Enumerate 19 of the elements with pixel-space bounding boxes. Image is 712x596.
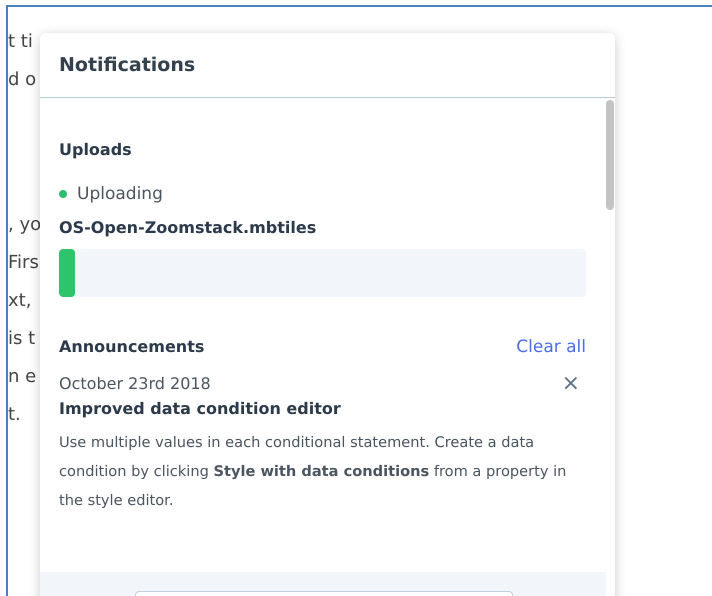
background-text: n e <box>8 366 36 387</box>
scrollbar[interactable] <box>606 100 614 210</box>
background-text: d o <box>8 69 36 90</box>
background-text: t. <box>8 404 21 425</box>
background-text: Firs <box>8 252 39 273</box>
announcement-title: Improved data condition editor <box>59 398 342 418</box>
background-text: t ti <box>8 31 33 52</box>
file-name: OS-Open-Zoomstack.mbtiles <box>59 218 318 237</box>
background-text: , yo <box>8 214 42 235</box>
status-text: Uploading <box>77 184 163 204</box>
background-text: is t <box>8 328 36 349</box>
section-heading: Announcements <box>59 337 204 356</box>
clear-all-link[interactable]: Clear all <box>516 336 586 357</box>
background-text: xt, <box>8 290 32 311</box>
close-button[interactable]: × <box>556 372 586 395</box>
announcement-date: October 23rd 2018 <box>59 374 211 394</box>
announcement-text: Use multiple values in each conditional statement. Create a data condition by clicking Style with data conditions from a property in the style editor. <box>59 432 568 511</box>
section-heading: Uploads <box>59 140 133 159</box>
panel-title: Notifications <box>59 54 196 76</box>
